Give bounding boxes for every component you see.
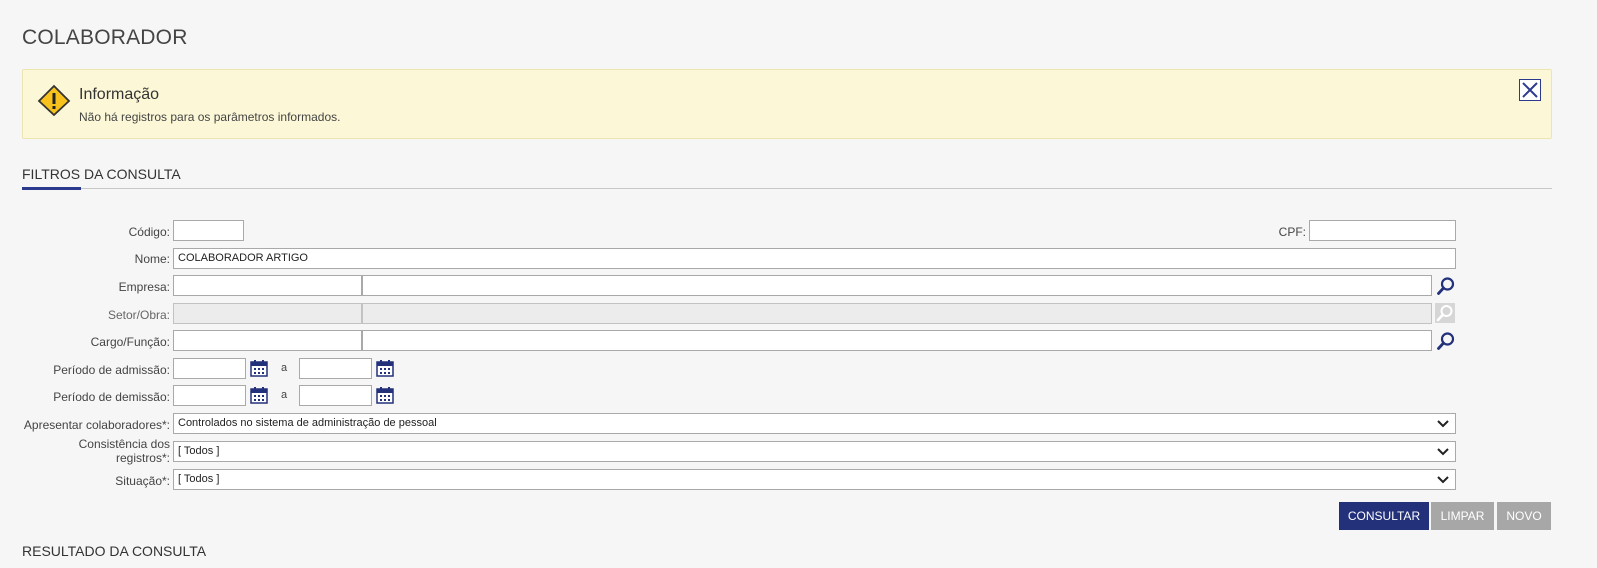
demissao-to-calendar-icon[interactable] xyxy=(376,386,394,404)
consistencia-select[interactable]: [ Todos ] xyxy=(173,441,1456,462)
cargo-label: Cargo/Função: xyxy=(90,335,170,349)
demissao-to-input[interactable] xyxy=(299,385,372,406)
apresentar-label: Apresentar colaboradores*: xyxy=(23,418,170,432)
admissao-to-calendar-icon[interactable] xyxy=(376,359,394,377)
limpar-button[interactable]: LIMPAR xyxy=(1431,502,1494,530)
empresa-search-icon[interactable] xyxy=(1436,276,1456,296)
situacao-selected-value: [ Todos ] xyxy=(178,473,220,485)
info-alert: Informação Não há registros para os parâ… xyxy=(22,69,1552,139)
nome-label: Nome: xyxy=(134,252,170,266)
apresentar-select[interactable]: Controlados no sistema de administração … xyxy=(173,413,1456,434)
nome-input[interactable]: COLABORADOR ARTIGO xyxy=(173,248,1456,269)
demissao-separator: a xyxy=(281,389,288,401)
setor-search-icon xyxy=(1435,303,1455,323)
filters-section-title: FILTROS DA CONSULTA xyxy=(22,166,181,182)
section-accent-bar xyxy=(22,187,81,190)
consistencia-label-line2: registros*: xyxy=(115,451,170,465)
admissao-separator: a xyxy=(281,362,288,374)
demissao-from-input[interactable] xyxy=(173,385,246,406)
chevron-down-icon xyxy=(1437,476,1449,484)
chevron-down-icon xyxy=(1437,420,1449,428)
situacao-select[interactable]: [ Todos ] xyxy=(173,469,1456,490)
warning-icon xyxy=(37,84,71,116)
admissao-label: Período de admissão: xyxy=(53,363,170,377)
codigo-input[interactable] xyxy=(173,220,244,241)
cargo-search-icon[interactable] xyxy=(1436,331,1456,351)
admissao-to-input[interactable] xyxy=(299,358,372,379)
setor-label: Setor/Obra: xyxy=(107,308,170,322)
page-title: COLABORADOR xyxy=(22,26,188,49)
situacao-label: Situação*: xyxy=(115,474,170,488)
demissao-from-calendar-icon[interactable] xyxy=(250,386,268,404)
cargo-code-input[interactable] xyxy=(173,330,362,351)
result-section-title: RESULTADO DA CONSULTA xyxy=(22,543,207,559)
demissao-label: Período de demissão: xyxy=(53,390,170,404)
setor-desc-input xyxy=(362,303,1432,324)
close-icon[interactable] xyxy=(1519,79,1541,101)
novo-button[interactable]: NOVO xyxy=(1497,502,1551,530)
empresa-desc-input[interactable] xyxy=(362,275,1432,296)
consistencia-label: Consistência dos registros*: xyxy=(79,437,170,465)
cpf-label: CPF: xyxy=(1278,225,1306,239)
admissao-from-calendar-icon[interactable] xyxy=(250,359,268,377)
apresentar-selected-value: Controlados no sistema de administração … xyxy=(178,417,437,429)
empresa-label: Empresa: xyxy=(118,280,170,294)
section-divider xyxy=(22,188,1552,189)
cpf-input[interactable] xyxy=(1309,220,1456,241)
alert-message: Não há registros para os parâmetros info… xyxy=(79,110,341,124)
consultar-button[interactable]: CONSULTAR xyxy=(1339,502,1429,530)
codigo-label: Código: xyxy=(128,225,170,239)
consistencia-label-line1: Consistência dos xyxy=(78,437,170,451)
consistencia-selected-value: [ Todos ] xyxy=(178,445,220,457)
empresa-code-input[interactable] xyxy=(173,275,362,296)
alert-title: Informação xyxy=(79,86,160,103)
cargo-desc-input[interactable] xyxy=(362,330,1432,351)
chevron-down-icon xyxy=(1437,448,1449,456)
setor-code-input xyxy=(173,303,362,324)
admissao-from-input[interactable] xyxy=(173,358,246,379)
